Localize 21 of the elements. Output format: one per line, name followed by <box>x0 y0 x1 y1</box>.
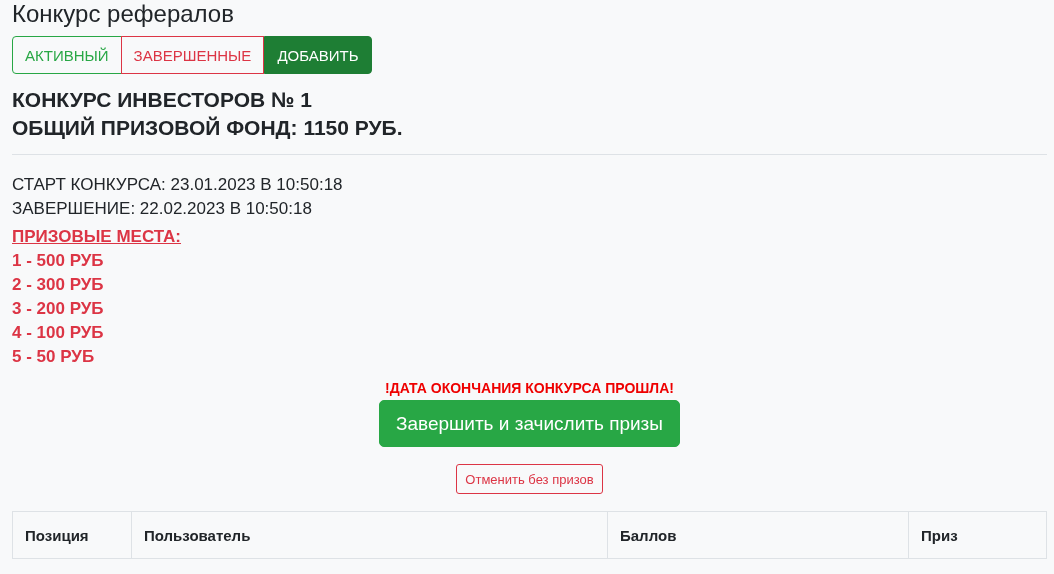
end-date: ЗАВЕРШЕНИЕ: 22.02.2023 В 10:50:18 <box>12 198 313 220</box>
prize-fund: ОБЩИЙ ПРИЗОВОЙ ФОНД: 1150 РУБ. <box>12 115 404 141</box>
nav-button[interactable]: АКТИВНЫЙ <box>12 36 122 74</box>
prize-place: 5 - 50 РУБ <box>12 346 96 368</box>
prize-place: 2 - 300 РУБ <box>12 274 105 296</box>
prize-place: 3 - 200 РУБ <box>12 298 105 320</box>
start-date: СТАРТ КОНКУРСА: 23.01.2023 В 10:50:18 <box>12 174 344 196</box>
prize-place: 1 - 500 РУБ <box>12 250 105 272</box>
prizes-heading: ПРИЗОВЫЕ МЕСТА: <box>12 226 182 248</box>
page-title: Конкурс рефералов <box>12 0 235 28</box>
contest-name: КОНКУРС ИНВЕСТОРОВ № 1 <box>12 87 313 113</box>
column-header: Баллов <box>607 511 909 559</box>
prize-place: 4 - 100 РУБ <box>12 322 105 344</box>
nav-button[interactable]: ДОБАВИТЬ <box>264 36 372 74</box>
nav-button[interactable]: ЗАВЕРШЕННЫЕ <box>120 36 265 74</box>
finish-button[interactable]: Завершить и зачислить призы <box>379 400 680 447</box>
column-header: Позиция <box>12 511 132 559</box>
column-header: Приз <box>908 511 1047 559</box>
warning-text: !ДАТА ОКОНЧАНИЯ КОНКУРСА ПРОШЛА! <box>385 379 674 397</box>
cancel-button[interactable]: Отменить без призов <box>456 464 603 494</box>
column-header: Пользователь <box>131 511 608 559</box>
